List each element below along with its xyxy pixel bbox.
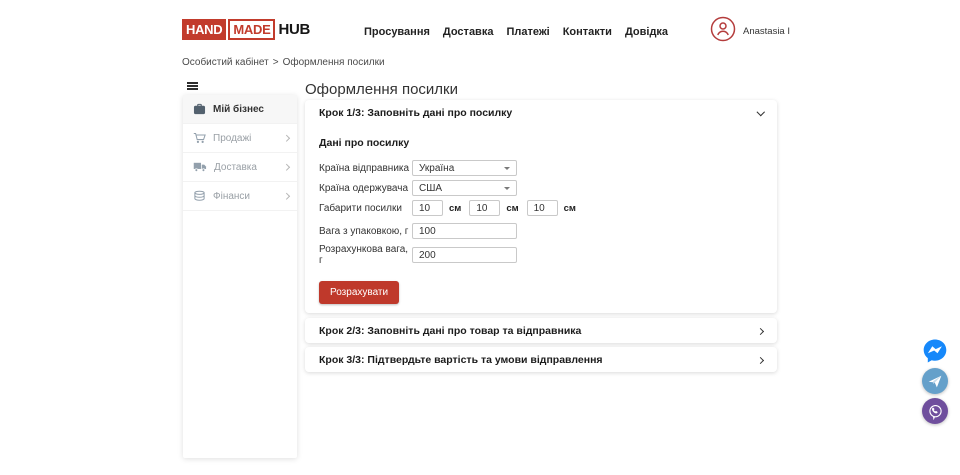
- chevron-right-icon: [283, 135, 289, 141]
- page-title: Оформлення посилки: [305, 81, 458, 98]
- menu-icon[interactable]: [187, 82, 198, 90]
- dimension-length-input[interactable]: [412, 200, 443, 216]
- sidebar-item-my-business[interactable]: Мій бізнес: [183, 95, 297, 124]
- step3-accordion-header[interactable]: Крок 3/3: Підтвердьте вартість та умови …: [305, 347, 777, 373]
- logo-part-hand: HAND: [182, 19, 226, 40]
- calculate-button[interactable]: Розрахувати: [319, 281, 399, 304]
- dimensions-label: Габарити посилки: [319, 203, 412, 214]
- step1-accordion-header[interactable]: Крок 1/3: Заповніть дані про посилку: [305, 100, 777, 126]
- chevron-down-icon: [756, 108, 764, 116]
- main-nav: Просування Доставка Платежі Контакти Дов…: [364, 26, 668, 38]
- viber-icon: [927, 403, 944, 420]
- floating-social-buttons: [922, 338, 948, 424]
- step3-card: Крок 3/3: Підтвердьте вартість та умови …: [305, 347, 777, 372]
- coins-icon: [193, 190, 206, 202]
- chevron-right-icon: [757, 356, 764, 363]
- packed-weight-row: Вага з упаковкою, г: [319, 223, 763, 239]
- nav-item-delivery[interactable]: Доставка: [443, 26, 494, 38]
- logo-part-hub: HUB: [278, 19, 310, 40]
- packed-weight-input[interactable]: [412, 223, 517, 239]
- packed-weight-label: Вага з упаковкою, г: [319, 226, 412, 237]
- telegram-icon: [927, 373, 943, 389]
- sender-country-row: Країна відправника Україна: [319, 160, 763, 176]
- dimension-unit-label: см: [506, 203, 518, 214]
- sender-country-value: Україна: [419, 163, 454, 174]
- messenger-icon: [922, 338, 948, 364]
- step1-card: Крок 1/3: Заповніть дані про посилку Дан…: [305, 100, 777, 313]
- nav-item-promotion[interactable]: Просування: [364, 26, 430, 38]
- sidebar-item-delivery[interactable]: Доставка: [183, 153, 297, 182]
- nav-item-payments[interactable]: Платежі: [506, 26, 549, 38]
- dimension-height-input[interactable]: [527, 200, 558, 216]
- sidebar-item-label: Фінанси: [213, 191, 250, 202]
- step1-label: Крок 1/3: Заповніть дані про посилку: [319, 107, 512, 119]
- recipient-country-value: США: [419, 183, 442, 194]
- dimension-unit-label: см: [449, 203, 461, 214]
- step2-card: Крок 2/3: Заповніть дані про товар та ві…: [305, 318, 777, 343]
- truck-icon: [193, 161, 207, 173]
- dimension-unit-label: см: [564, 203, 576, 214]
- calculated-weight-label: Розрахункова вага, г: [319, 244, 412, 266]
- dimension-width-input[interactable]: [469, 200, 500, 216]
- briefcase-icon: [193, 103, 206, 115]
- step1-body: Дані про посилку Країна відправника Укра…: [305, 126, 777, 304]
- sidebar-item-finances[interactable]: Фінанси: [183, 182, 297, 211]
- chevron-right-icon: [283, 193, 289, 199]
- handmadehub-logo[interactable]: HAND MADE HUB: [182, 19, 310, 40]
- recipient-country-label: Країна одержувача: [319, 183, 412, 194]
- user-name: Anastasia I: [743, 26, 790, 37]
- step2-accordion-header[interactable]: Крок 2/3: Заповніть дані про товар та ві…: [305, 318, 777, 344]
- calculated-weight-row: Розрахункова вага, г: [319, 244, 763, 266]
- sidebar-item-sales[interactable]: Продажі: [183, 124, 297, 153]
- dimensions-row: Габарити посилки см см см: [319, 200, 763, 216]
- sidebar: Мій бізнес Продажі Доставка: [183, 95, 297, 458]
- messenger-button[interactable]: [922, 338, 948, 364]
- logo-part-made: MADE: [228, 19, 275, 40]
- telegram-button[interactable]: [922, 368, 948, 394]
- sidebar-item-label: Мій бізнес: [213, 104, 264, 115]
- nav-item-contacts[interactable]: Контакти: [563, 26, 612, 38]
- breadcrumb: Особистий кабінет > Оформлення посилки: [182, 57, 385, 68]
- chevron-right-icon: [283, 164, 289, 170]
- chevron-right-icon: [757, 327, 764, 334]
- sidebar-item-label: Доставка: [214, 162, 257, 173]
- breadcrumb-current: Оформлення посилки: [283, 57, 385, 68]
- breadcrumb-personal-cabinet[interactable]: Особистий кабінет: [182, 57, 269, 68]
- user-account-button[interactable]: Anastasia I: [710, 16, 790, 47]
- user-avatar-icon: [710, 16, 736, 47]
- breadcrumb-separator: >: [273, 57, 279, 68]
- sidebar-item-label: Продажі: [213, 133, 251, 144]
- recipient-country-select[interactable]: США: [412, 180, 517, 196]
- sender-country-label: Країна відправника: [319, 163, 412, 174]
- sender-country-select[interactable]: Україна: [412, 160, 517, 176]
- nav-item-help[interactable]: Довідка: [625, 26, 668, 38]
- select-arrow-icon: [504, 187, 510, 190]
- step3-label: Крок 3/3: Підтвердьте вартість та умови …: [319, 354, 603, 366]
- select-arrow-icon: [504, 167, 510, 170]
- cart-icon: [193, 132, 206, 144]
- parcel-data-section-title: Дані про посилку: [319, 137, 763, 149]
- step2-label: Крок 2/3: Заповніть дані про товар та ві…: [319, 325, 581, 337]
- recipient-country-row: Країна одержувача США: [319, 180, 763, 196]
- calculated-weight-input[interactable]: [412, 247, 517, 263]
- viber-button[interactable]: [922, 398, 948, 424]
